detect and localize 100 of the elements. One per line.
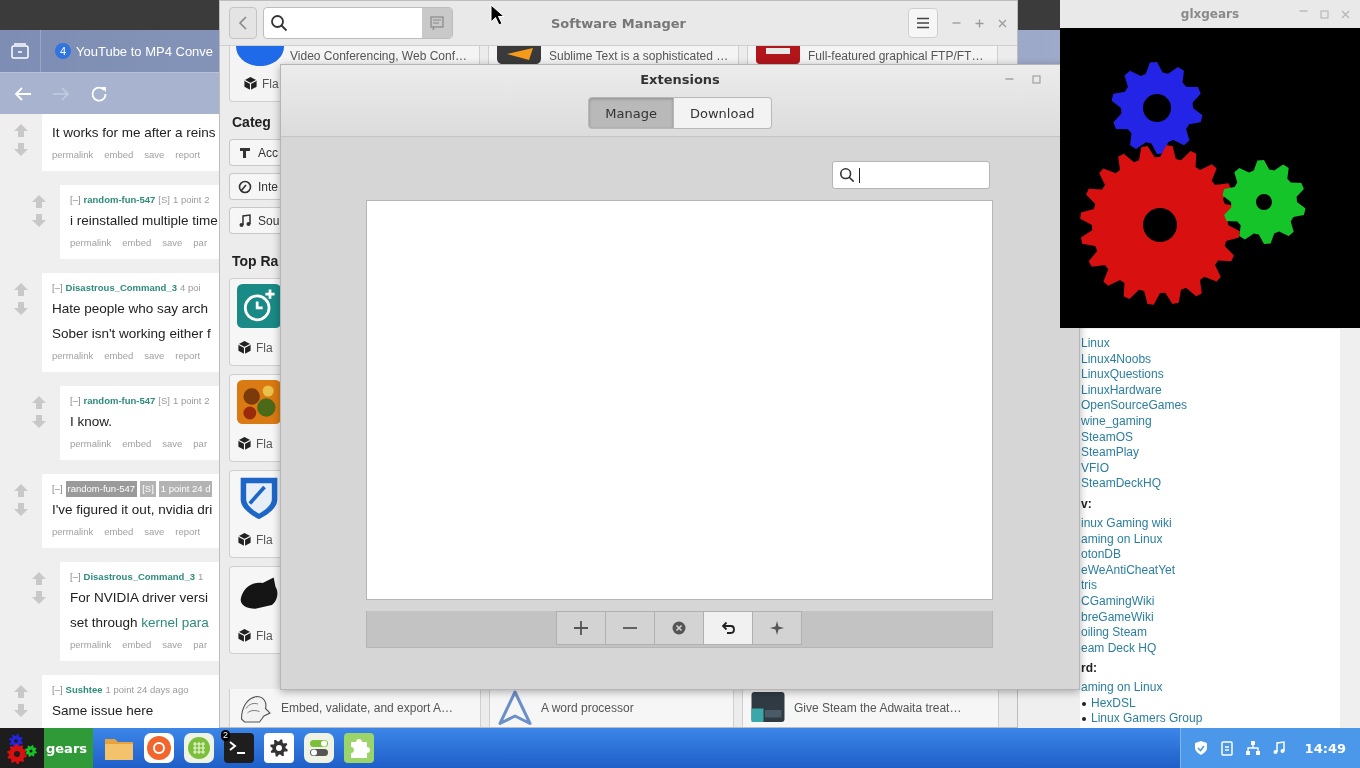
reload-icon[interactable] (90, 84, 108, 103)
comment-author[interactable]: Disastrous_Command_3 (65, 280, 177, 296)
action-link[interactable]: permalink (70, 436, 112, 452)
action-link[interactable]: report (175, 348, 201, 364)
text-link[interactable]: kernel para (141, 615, 209, 630)
action-link[interactable]: report (175, 147, 201, 163)
action-link[interactable]: par (193, 637, 208, 653)
comment-author[interactable]: Sushtee (65, 682, 103, 698)
toggles-button[interactable] (303, 732, 336, 764)
vote-arrows-icon[interactable] (14, 484, 28, 516)
browser-tab[interactable]: 4 YouTube to MP4 Conve (41, 43, 214, 59)
tab[interactable]: Download (674, 97, 772, 129)
tab[interactable]: Manage (588, 97, 674, 129)
collapse-toggle[interactable]: [–] (52, 682, 63, 698)
category-button[interactable]: Inte (229, 173, 280, 200)
app-card[interactable]: Fla (229, 566, 280, 654)
close-button[interactable] (1341, 9, 1350, 19)
action-link[interactable]: par (193, 235, 208, 251)
comment-author[interactable]: random-fun-547 (65, 481, 138, 497)
action-link[interactable]: save (144, 147, 165, 163)
sidebar-link[interactable]: aming on Linux (1081, 680, 1163, 696)
network-icon[interactable] (1244, 740, 1261, 756)
action-link[interactable]: save (144, 348, 165, 364)
minimize-button[interactable] (952, 22, 961, 24)
collapse-toggle[interactable]: [–] (70, 393, 81, 409)
app-card[interactable]: Video Conferencing, Web Conf… (229, 46, 480, 66)
menu-button[interactable] (908, 8, 938, 38)
app-card[interactable]: Full-featured graphical FTP/FT… (747, 46, 998, 66)
action-link[interactable]: permalink (70, 637, 112, 653)
sidebar-link[interactable]: SteamPlay (1081, 445, 1140, 461)
app-card[interactable]: Fla (229, 278, 280, 366)
back-button[interactable] (229, 7, 257, 39)
app-card[interactable]: Give Steam the Adwaita treat… (742, 689, 999, 727)
maximize-button[interactable] (1320, 9, 1329, 19)
vote-arrows-icon[interactable] (14, 283, 28, 315)
tab-list-icon[interactable] (11, 43, 29, 59)
sidebar-link[interactable]: SteamOS (1081, 429, 1134, 446)
app-card[interactable]: A word processor (489, 689, 734, 727)
maximize-button[interactable] (1032, 74, 1041, 84)
sidebar-link[interactable]: Linux (1081, 336, 1110, 352)
collapse-toggle[interactable]: [–] (52, 481, 63, 497)
shield-icon[interactable] (1192, 740, 1209, 756)
close-button[interactable] (998, 18, 1007, 28)
sidebar-link[interactable]: breGameWiki (1081, 609, 1154, 626)
action-link[interactable]: permalink (70, 235, 112, 251)
app-card[interactable]: Embed, validate, and export A… (229, 689, 481, 727)
vote-arrows-icon[interactable] (32, 195, 46, 227)
action-link[interactable]: permalink (52, 147, 94, 163)
app-card[interactable]: Sublime Text is a sophisticated … (488, 46, 739, 66)
sidebar-link[interactable]: OpenSourceGames (1081, 398, 1188, 414)
action-link[interactable]: permalink (52, 524, 94, 540)
sidebar-link[interactable]: SteamDeckHQ (1081, 476, 1162, 492)
forward-icon[interactable] (52, 85, 70, 102)
sidebar-link[interactable]: HexDSL (1091, 695, 1136, 712)
sidebar-link[interactable]: eam Deck HQ (1081, 640, 1157, 657)
app-card[interactable]: Fla (229, 470, 280, 558)
browser-button[interactable] (143, 732, 176, 764)
comment-author[interactable]: random-fun-547 (83, 393, 156, 409)
clipboard-icon[interactable] (1218, 740, 1235, 756)
sidebar-link[interactable]: Linux Gamers Group (1091, 711, 1203, 728)
action-link[interactable]: save (144, 524, 165, 540)
maximize-button[interactable] (975, 18, 984, 28)
action-link[interactable]: save (162, 436, 183, 452)
sidebar-link[interactable]: oiling Steam (1081, 625, 1148, 641)
app-card[interactable]: Fla (229, 374, 280, 462)
collapse-toggle[interactable]: [–] (70, 569, 81, 585)
action-link[interactable]: save (162, 637, 183, 653)
action-link[interactable]: embed (122, 637, 152, 653)
vote-arrows-icon[interactable] (14, 124, 28, 156)
sidebar-link[interactable]: Linux4Noobs (1081, 351, 1152, 368)
sidebar-link[interactable]: wine_gaming (1081, 413, 1152, 430)
undo-button[interactable] (703, 611, 753, 645)
vote-arrows-icon[interactable] (32, 396, 46, 428)
action-link[interactable]: par (193, 436, 208, 452)
sidebar-link[interactable]: LinuxQuestions (1081, 367, 1164, 383)
sidebar-link[interactable]: otonDB (1081, 547, 1122, 563)
comment-author[interactable]: Disastrous_Command_3 (83, 569, 195, 585)
back-icon[interactable] (14, 85, 32, 102)
action-link[interactable]: report (175, 524, 201, 540)
sidebar-link[interactable]: inux Gaming wiki (1081, 515, 1172, 532)
app-card[interactable]: Fla (229, 66, 280, 102)
settings-button[interactable] (263, 732, 296, 764)
search-field[interactable] (263, 7, 453, 39)
comment-author[interactable]: random-fun-547 (83, 192, 156, 208)
category-button[interactable]: Acc (229, 139, 280, 166)
action-link[interactable]: embed (104, 524, 134, 540)
sidebar-link[interactable]: LinuxHardware (1081, 382, 1162, 399)
action-link[interactable]: embed (122, 235, 152, 251)
app-grid-button[interactable] (183, 732, 216, 764)
clear-button[interactable] (654, 611, 704, 645)
collapse-toggle[interactable]: [–] (52, 280, 63, 296)
plus-button[interactable] (556, 611, 606, 645)
search-field[interactable] (832, 161, 990, 189)
category-button[interactable]: Sou (229, 207, 280, 234)
action-link[interactable]: embed (104, 348, 134, 364)
sidebar-link[interactable]: eWeAntiCheatYet (1081, 562, 1176, 579)
window-button[interactable]: gears (0, 728, 94, 768)
message-icon[interactable] (429, 15, 445, 31)
minimize-button[interactable] (1005, 78, 1014, 80)
vote-arrows-icon[interactable] (32, 572, 46, 604)
